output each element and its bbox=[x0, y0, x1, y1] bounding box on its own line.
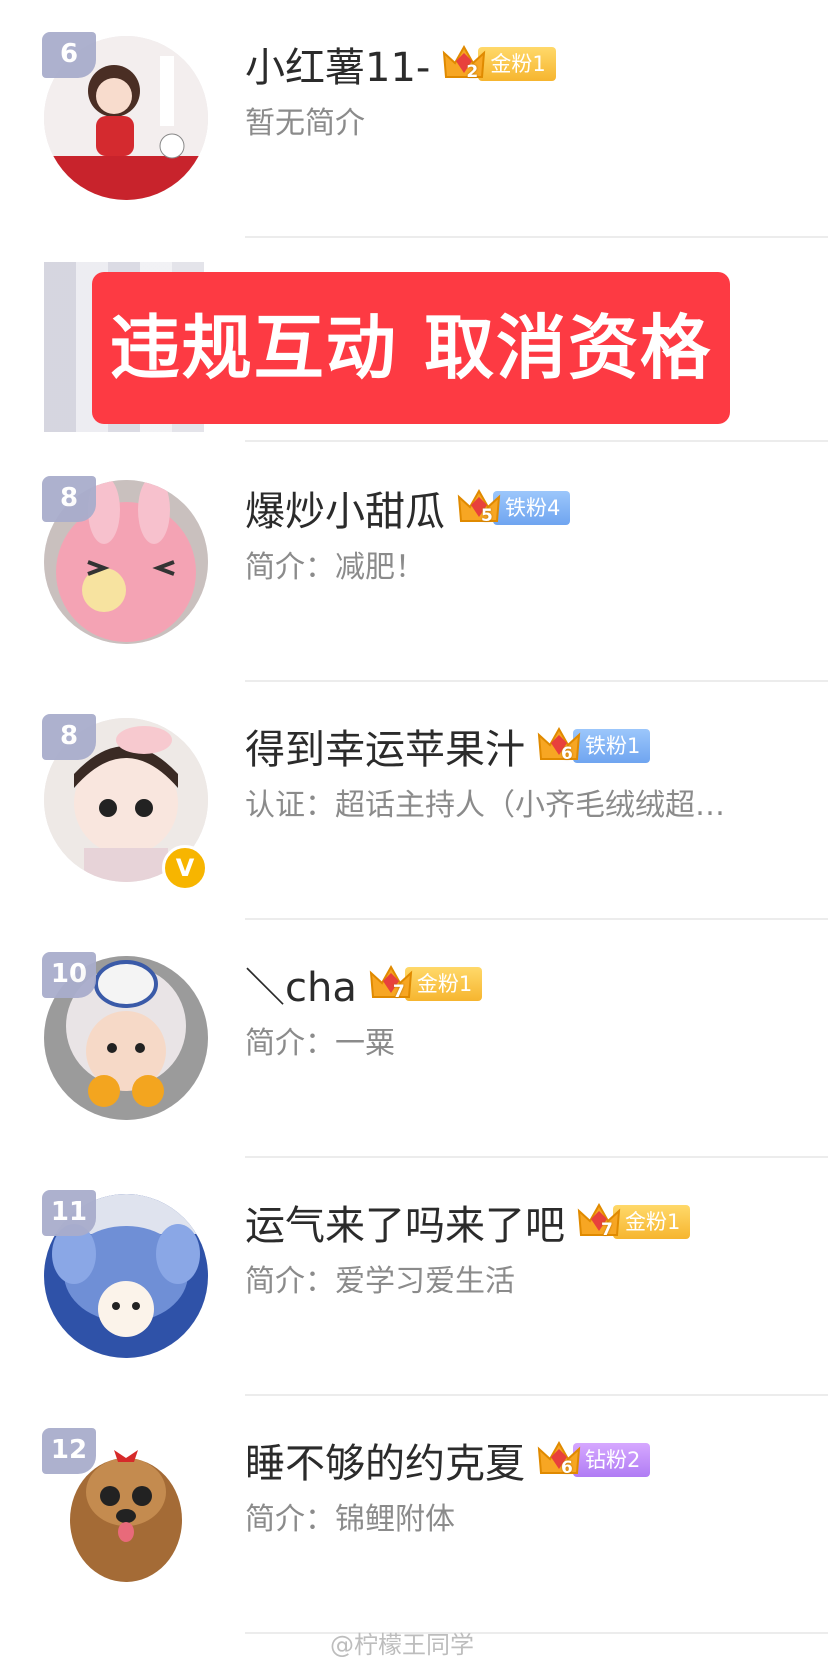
user-desc: 简介：锦鲤附体 bbox=[245, 1502, 455, 1537]
fan-badge-label: 金粉1 bbox=[613, 1205, 691, 1239]
list-item[interactable]: 8 V 得到幸运苹果汁 6 铁粉1 认证：超话主持人（小齐毛绒绒超… bbox=[0, 682, 828, 920]
fan-level-badge: 7 金粉1 bbox=[577, 1201, 691, 1243]
crown-icon bbox=[369, 963, 413, 1005]
list-item[interactable]: 12 睡不够的约克夏 6 钻粉2 简介：锦鲤附体 bbox=[0, 1396, 828, 1634]
rank-badge: 8 bbox=[42, 476, 96, 522]
rank-badge: 11 bbox=[42, 1190, 96, 1236]
crown-icon bbox=[537, 1439, 581, 1481]
fan-badge-label: 金粉1 bbox=[478, 47, 556, 81]
fan-badge-label: 钻粉2 bbox=[573, 1443, 651, 1477]
violation-banner: 违规互动 取消资格 bbox=[92, 272, 730, 424]
rank-badge: 8 bbox=[42, 714, 96, 760]
username[interactable]: 运气来了吗来了吧 bbox=[245, 1193, 565, 1251]
list-item[interactable]: 8 爆炒小甜瓜 5 铁粉4 简介：减肥！ bbox=[0, 444, 828, 682]
username[interactable]: ＼cha bbox=[245, 955, 357, 1013]
fan-level-badge: 7 金粉1 bbox=[369, 963, 483, 1005]
watermark: @柠檬王同学 bbox=[330, 1631, 474, 1659]
fan-level-badge: 2 金粉1 bbox=[442, 43, 556, 85]
crown-icon bbox=[457, 487, 501, 529]
fan-level-badge: 6 铁粉1 bbox=[537, 725, 651, 767]
verified-badge-icon: V bbox=[162, 845, 208, 891]
fan-badge-label: 铁粉1 bbox=[573, 729, 651, 763]
divider bbox=[245, 440, 828, 442]
crown-icon bbox=[577, 1201, 621, 1243]
list-item[interactable]: 6 小红薯11- 2 金粉1 暂无简介 bbox=[0, 0, 828, 238]
list-item[interactable]: 11 运气来了吗来了吧 7 金粉1 简介：爱学习爱生活 bbox=[0, 1158, 828, 1396]
username[interactable]: 睡不够的约克夏 bbox=[245, 1431, 525, 1489]
divider bbox=[245, 236, 828, 238]
user-desc: 简介：减肥！ bbox=[245, 550, 425, 585]
fan-badge-label: 铁粉4 bbox=[493, 491, 571, 525]
rank-badge: 6 bbox=[42, 32, 96, 78]
fan-level-badge: 6 钻粉2 bbox=[537, 1439, 651, 1481]
username[interactable]: 得到幸运苹果汁 bbox=[245, 717, 525, 775]
user-desc: 认证：超话主持人（小齐毛绒绒超… bbox=[245, 788, 725, 823]
user-desc: 暂无简介 bbox=[245, 106, 365, 141]
user-desc: 简介：一粟 bbox=[245, 1026, 395, 1061]
list-item[interactable]: 10 ＼cha 7 金粉1 简介：一粟 bbox=[0, 920, 828, 1158]
user-desc: 简介：爱学习爱生活 bbox=[245, 1264, 515, 1299]
crown-icon bbox=[442, 43, 486, 85]
fan-badge-label: 金粉1 bbox=[404, 967, 483, 1001]
username[interactable]: 爆炒小甜瓜 bbox=[245, 479, 445, 537]
username[interactable]: 小红薯11- bbox=[245, 35, 430, 93]
rank-badge: 10 bbox=[42, 952, 96, 998]
fan-level-badge: 5 铁粉4 bbox=[457, 487, 571, 529]
crown-icon bbox=[537, 725, 581, 767]
rank-badge: 12 bbox=[42, 1428, 96, 1474]
